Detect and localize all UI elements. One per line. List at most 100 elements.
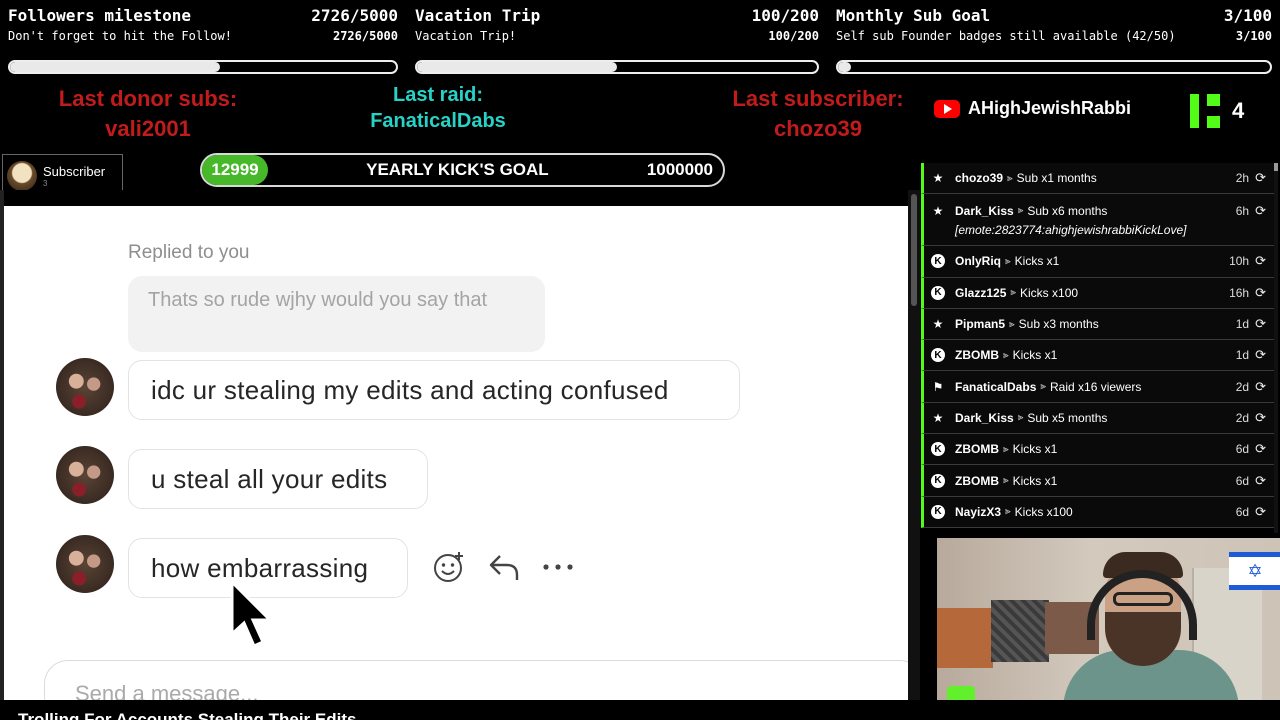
stream-overlay: Followers milestone 2726/5000 Don't forge…	[0, 0, 1280, 720]
subscriber-count: 3	[43, 178, 48, 188]
event-time: 6d	[1235, 442, 1250, 457]
event-time: 10h	[1229, 254, 1250, 269]
replay-icon[interactable]: ⟳	[1255, 347, 1266, 363]
event-line: K OnlyRiq ⫸ Kicks x1 10h ⟳	[931, 253, 1266, 269]
event-note: [emote:2823774:ahighjewishrabbiKickLove]	[955, 222, 1187, 237]
event-line: ⚑ FanaticalDabs ⫸ Raid x16 viewers 2d ⟳	[931, 379, 1266, 395]
last-subscriber: Last subscriber: chozo39	[698, 84, 938, 144]
vacation-goal: Vacation Trip 100/200 Vacation Trip! 100/2…	[407, 0, 827, 80]
event-action: Sub x6 months	[1027, 203, 1108, 218]
event-row: K ZBOMB ⫸ Kicks x1 6d ⟳	[921, 434, 1274, 466]
arrow-icon: ⫸	[1005, 255, 1011, 267]
event-user: NayizX3	[955, 504, 1002, 519]
goal-progress-fill	[838, 62, 851, 72]
screen-top-strip	[4, 190, 915, 206]
event-action: Sub x1 months	[1016, 171, 1097, 186]
event-line: ★ Dark_Kiss ⫸ Sub x5 months 2d ⟳	[931, 410, 1266, 426]
event-line: K ZBOMB ⫸ Kicks x1 6d ⟳	[931, 441, 1266, 457]
avatar[interactable]	[56, 446, 114, 504]
more-options-icon[interactable]	[542, 562, 574, 572]
events-scrollbar[interactable]	[1274, 163, 1278, 533]
wall-poster	[937, 608, 993, 668]
arrow-icon: ⫸	[1010, 287, 1017, 299]
replay-icon[interactable]: ⟳	[1255, 441, 1266, 457]
wall-tapestry	[991, 600, 1049, 662]
event-action: Kicks x100	[1014, 504, 1073, 519]
event-row: ★ Dark_Kiss ⫸ Sub x6 months 6h ⟳ [emote:282377…	[921, 194, 1274, 247]
chat-scrollbar[interactable]	[908, 190, 920, 700]
goal-title: Monthly Sub Goal	[836, 6, 991, 25]
arrow-icon: ⫸	[1007, 172, 1013, 184]
bottom-ticker: Trolling For Accounts Stealing Their Edi…	[0, 700, 1280, 720]
kick-icon: K	[931, 442, 945, 457]
event-time: 6d	[1235, 504, 1250, 519]
message-actions	[432, 550, 574, 584]
quoted-message: Thats so rude wjhy would you say that	[128, 276, 545, 352]
replay-icon[interactable]: ⟳	[1255, 379, 1266, 395]
webcam-feed: ✡	[927, 538, 1280, 720]
replay-icon[interactable]: ⟳	[1255, 285, 1266, 301]
kick-icon: K	[931, 504, 945, 519]
avatar[interactable]	[56, 358, 114, 416]
star-icon: ★	[932, 317, 944, 332]
goal-progress-bar	[415, 60, 819, 74]
message-bubble: idc ur stealing my edits and acting conf…	[128, 360, 740, 420]
event-user: Dark_Kiss	[955, 410, 1014, 425]
arrow-icon: ⫸	[1005, 506, 1011, 518]
event-user: Glazz125	[955, 285, 1007, 300]
events-scrollbar-thumb[interactable]	[1274, 163, 1278, 171]
event-row: K NayizX3 ⫸ Kicks x100 6d ⟳	[921, 496, 1274, 528]
event-user: ZBOMB	[955, 442, 999, 457]
event-time: 2h	[1235, 171, 1250, 186]
arrow-icon: ⫸	[1009, 318, 1015, 330]
replay-icon[interactable]: ⟳	[1255, 316, 1266, 332]
scrollbar-thumb[interactable]	[911, 194, 917, 306]
kick-counter: 4	[1190, 94, 1244, 128]
mouse-cursor-icon	[230, 580, 274, 648]
replay-icon[interactable]: ⟳	[1255, 170, 1266, 186]
event-line: K ZBOMB ⫸ Kicks x1 1d ⟳	[931, 347, 1266, 363]
reply-icon[interactable]	[488, 552, 520, 582]
goal-value: 3/100	[1223, 6, 1272, 25]
subscriber-label: Subscriber	[43, 163, 106, 179]
arrow-icon: ⫸	[1040, 381, 1047, 393]
event-line: ★ Pipman5 ⫸ Sub x3 months 1d ⟳	[931, 316, 1266, 332]
replay-icon[interactable]: ⟳	[1255, 410, 1266, 426]
event-user: ZBOMB	[955, 473, 999, 488]
replay-icon[interactable]: ⟳	[1255, 203, 1266, 219]
event-time: 2d	[1235, 410, 1250, 425]
kick-count: 4	[1232, 98, 1245, 123]
kick-goal-current: 12999	[202, 155, 268, 185]
sub-goal: Monthly Sub Goal 3/100 Self sub Founder b…	[828, 0, 1280, 80]
replay-icon[interactable]: ⟳	[1255, 504, 1266, 520]
star-icon: ★	[932, 171, 944, 186]
avatar[interactable]	[56, 535, 114, 593]
arrow-icon: ⫸	[1017, 205, 1024, 217]
event-action: Kicks x100	[1020, 285, 1079, 300]
event-action: Sub x3 months	[1018, 317, 1099, 332]
goal-progress-bar	[836, 60, 1272, 74]
event-line: ★ chozo39 ⫸ Sub x1 months 2h ⟳	[931, 170, 1266, 186]
react-emoji-icon[interactable]	[432, 550, 466, 584]
replay-icon[interactable]: ⟳	[1255, 473, 1266, 489]
kick-logo-icon	[1190, 94, 1220, 128]
kick-icon: K	[931, 254, 945, 269]
message-input[interactable]: Send a message...	[44, 660, 915, 700]
event-time: 1d	[1235, 348, 1250, 363]
goal-title: Followers milestone	[8, 6, 192, 25]
arrow-icon: ⫸	[1017, 412, 1024, 424]
goal-value: 100/200	[751, 6, 819, 25]
event-user: FanaticalDabs	[955, 379, 1037, 394]
subscriber-avatar	[7, 160, 37, 191]
replay-icon[interactable]: ⟳	[1255, 253, 1266, 269]
kick-goal-target: 1000000	[646, 160, 713, 179]
youtube-channel-name: AHighJewishRabbi	[968, 98, 1132, 118]
last-donor-name: vali2001	[105, 116, 191, 141]
last-donor-label: Last donor subs:	[58, 86, 238, 111]
event-line: K ZBOMB ⫸ Kicks x1 6d ⟳	[931, 473, 1266, 489]
event-action: Kicks x1	[1012, 348, 1058, 363]
youtube-channel: AHighJewishRabbi	[934, 98, 1131, 119]
followers-goal: Followers milestone 2726/5000 Don't forge…	[0, 0, 406, 80]
event-action: Sub x5 months	[1027, 410, 1108, 425]
event-line: K NayizX3 ⫸ Kicks x100 6d ⟳	[931, 504, 1266, 520]
